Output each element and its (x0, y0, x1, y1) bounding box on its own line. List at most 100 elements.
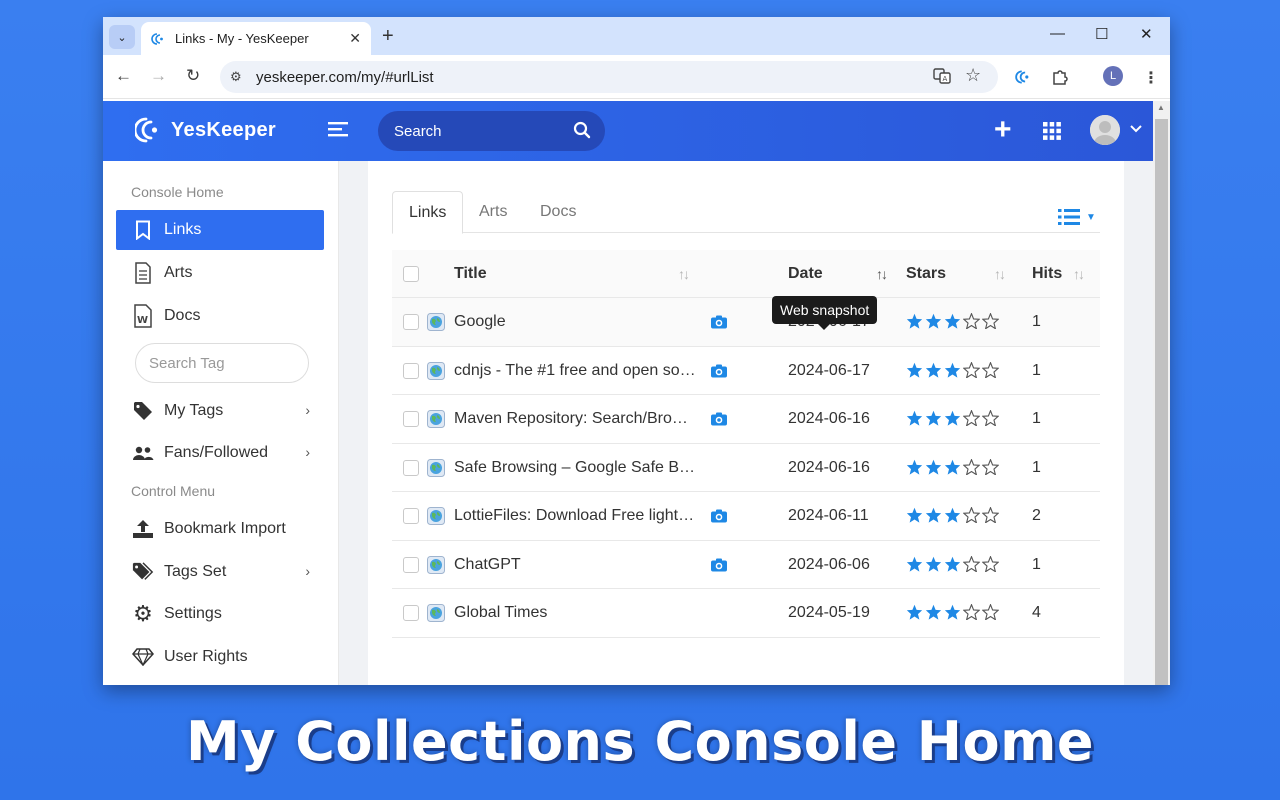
star-empty-icon[interactable] (981, 409, 1000, 431)
camera-icon[interactable] (710, 314, 728, 335)
star-empty-icon[interactable] (962, 554, 981, 577)
column-hits[interactable]: Hits (1032, 265, 1062, 283)
star-empty-icon[interactable] (962, 360, 981, 383)
star-empty-icon[interactable] (962, 409, 981, 431)
row-checkbox[interactable] (403, 459, 419, 476)
link-title[interactable]: Safe Browsing – Google Safe Browsing (454, 459, 696, 477)
star-filled-icon[interactable] (944, 362, 961, 383)
sort-icon[interactable]: ↑↓ (994, 266, 1006, 282)
camera-icon[interactable] (710, 508, 728, 529)
search-tag-input[interactable]: Search Tag (135, 343, 309, 383)
sidebar-item-docs[interactable]: W Docs (116, 296, 324, 336)
select-all-checkbox[interactable] (403, 266, 419, 282)
star-filled-icon[interactable] (944, 604, 961, 625)
search-icon[interactable] (573, 121, 591, 139)
scroll-up-arrow-icon[interactable]: ▲ (1157, 103, 1165, 112)
star-filled-icon[interactable] (906, 507, 923, 528)
new-tab-button[interactable]: + (382, 25, 394, 48)
table-row[interactable]: Global Times 2024-05-19 4 (392, 589, 1100, 638)
close-tab-icon[interactable]: ✕ (349, 30, 361, 47)
link-title[interactable]: LottieFiles: Download Free lightweight a… (454, 507, 696, 525)
menu-toggle-icon[interactable] (328, 120, 350, 145)
star-empty-icon[interactable] (962, 603, 981, 625)
sidebar-item-bookmark-import[interactable]: Bookmark Import (116, 509, 324, 549)
star-filled-icon[interactable] (906, 410, 923, 431)
table-row[interactable]: Google2024-06-171 (392, 298, 1100, 347)
star-empty-icon[interactable] (981, 457, 1000, 480)
link-title[interactable]: ChatGPT (454, 556, 696, 574)
star-rating[interactable] (906, 554, 1000, 577)
star-filled-icon[interactable] (925, 507, 942, 528)
page-scrollbar[interactable]: ▲ (1153, 101, 1170, 685)
close-window-icon[interactable]: ✕ (1140, 25, 1153, 43)
user-avatar[interactable] (1090, 115, 1120, 145)
star-empty-icon[interactable] (981, 312, 1000, 334)
star-empty-icon[interactable] (981, 603, 1000, 625)
link-title[interactable]: Global Times (454, 604, 696, 622)
camera-icon[interactable] (710, 363, 728, 384)
sidebar-item-arts[interactable]: Arts (116, 253, 324, 293)
sidebar-item-tags-set[interactable]: Tags Set › (116, 552, 324, 592)
row-checkbox[interactable] (403, 605, 419, 621)
camera-icon[interactable] (710, 557, 728, 578)
star-empty-icon[interactable] (981, 360, 1000, 383)
scroll-thumb[interactable] (1155, 119, 1168, 685)
star-filled-icon[interactable] (906, 313, 923, 334)
sort-icon[interactable]: ↑↓ (1073, 266, 1085, 282)
star-filled-icon[interactable] (944, 313, 961, 334)
sidebar-item-my-tags[interactable]: My Tags › (116, 391, 324, 431)
add-icon[interactable]: + (994, 115, 1012, 145)
star-rating[interactable] (906, 457, 1000, 480)
star-filled-icon[interactable] (944, 410, 961, 431)
table-row[interactable]: ChatGPT 2024-06-06 1 (392, 541, 1100, 589)
row-checkbox[interactable] (403, 314, 419, 330)
sidebar-item-settings[interactable]: ⚙ Settings (116, 594, 324, 634)
star-filled-icon[interactable] (906, 362, 923, 383)
back-arrow-icon[interactable]: ← (115, 66, 132, 86)
star-filled-icon[interactable] (944, 556, 961, 577)
tab-docs[interactable]: Docs (540, 191, 576, 233)
star-filled-icon[interactable] (925, 459, 942, 480)
star-filled-icon[interactable] (906, 459, 923, 480)
row-checkbox[interactable] (403, 556, 419, 573)
bookmark-star-icon[interactable]: ☆ (965, 65, 981, 86)
minimize-icon[interactable]: — (1050, 25, 1065, 42)
star-empty-icon[interactable] (981, 506, 1000, 528)
camera-icon[interactable] (710, 411, 728, 432)
star-filled-icon[interactable] (906, 556, 923, 577)
brand-logo[interactable]: YesKeeper (135, 115, 276, 145)
star-empty-icon[interactable] (962, 506, 981, 528)
column-title[interactable]: Title (454, 265, 487, 283)
tab-arts[interactable]: Arts (479, 191, 507, 233)
star-rating[interactable] (906, 409, 1000, 431)
table-row[interactable]: Maven Repository: Search/Browse/Explore 2… (392, 395, 1100, 444)
star-empty-icon[interactable] (981, 554, 1000, 577)
chevron-down-icon[interactable] (1130, 121, 1142, 136)
link-title[interactable]: cdnjs - The #1 free and open source CDN … (454, 362, 696, 380)
star-rating[interactable] (906, 360, 1000, 383)
global-search-input[interactable]: Search (378, 111, 605, 151)
browser-tab[interactable]: Links - My - YesKeeper ✕ (141, 22, 371, 55)
star-empty-icon[interactable] (962, 457, 981, 480)
row-checkbox[interactable] (403, 508, 419, 524)
table-row[interactable]: LottieFiles: Download Free lightweight a… (392, 492, 1100, 541)
star-filled-icon[interactable] (925, 362, 942, 383)
star-filled-icon[interactable] (944, 507, 961, 528)
column-date[interactable]: Date (788, 265, 823, 283)
star-filled-icon[interactable] (925, 313, 942, 334)
url-field[interactable]: ⚙ yeskeeper.com/my/#urlList (220, 61, 998, 93)
sidebar-item-fans-followed[interactable]: Fans/Followed › (116, 433, 324, 473)
tab-links[interactable]: Links (392, 191, 464, 234)
star-empty-icon[interactable] (962, 312, 981, 334)
site-info-icon[interactable]: ⚙ (230, 69, 242, 85)
sort-icon[interactable]: ↑↓ (876, 266, 888, 282)
translate-icon[interactable]: A (933, 67, 951, 90)
sidebar-item-user-rights[interactable]: User Rights (116, 637, 324, 677)
star-rating[interactable] (906, 506, 1000, 528)
star-filled-icon[interactable] (925, 410, 942, 431)
tab-search-button[interactable]: ⌄ (109, 25, 135, 49)
profile-avatar[interactable]: L (1103, 66, 1123, 86)
star-filled-icon[interactable] (925, 556, 942, 577)
reload-icon[interactable]: ↻ (186, 66, 200, 86)
apps-grid-icon[interactable] (1043, 122, 1061, 145)
